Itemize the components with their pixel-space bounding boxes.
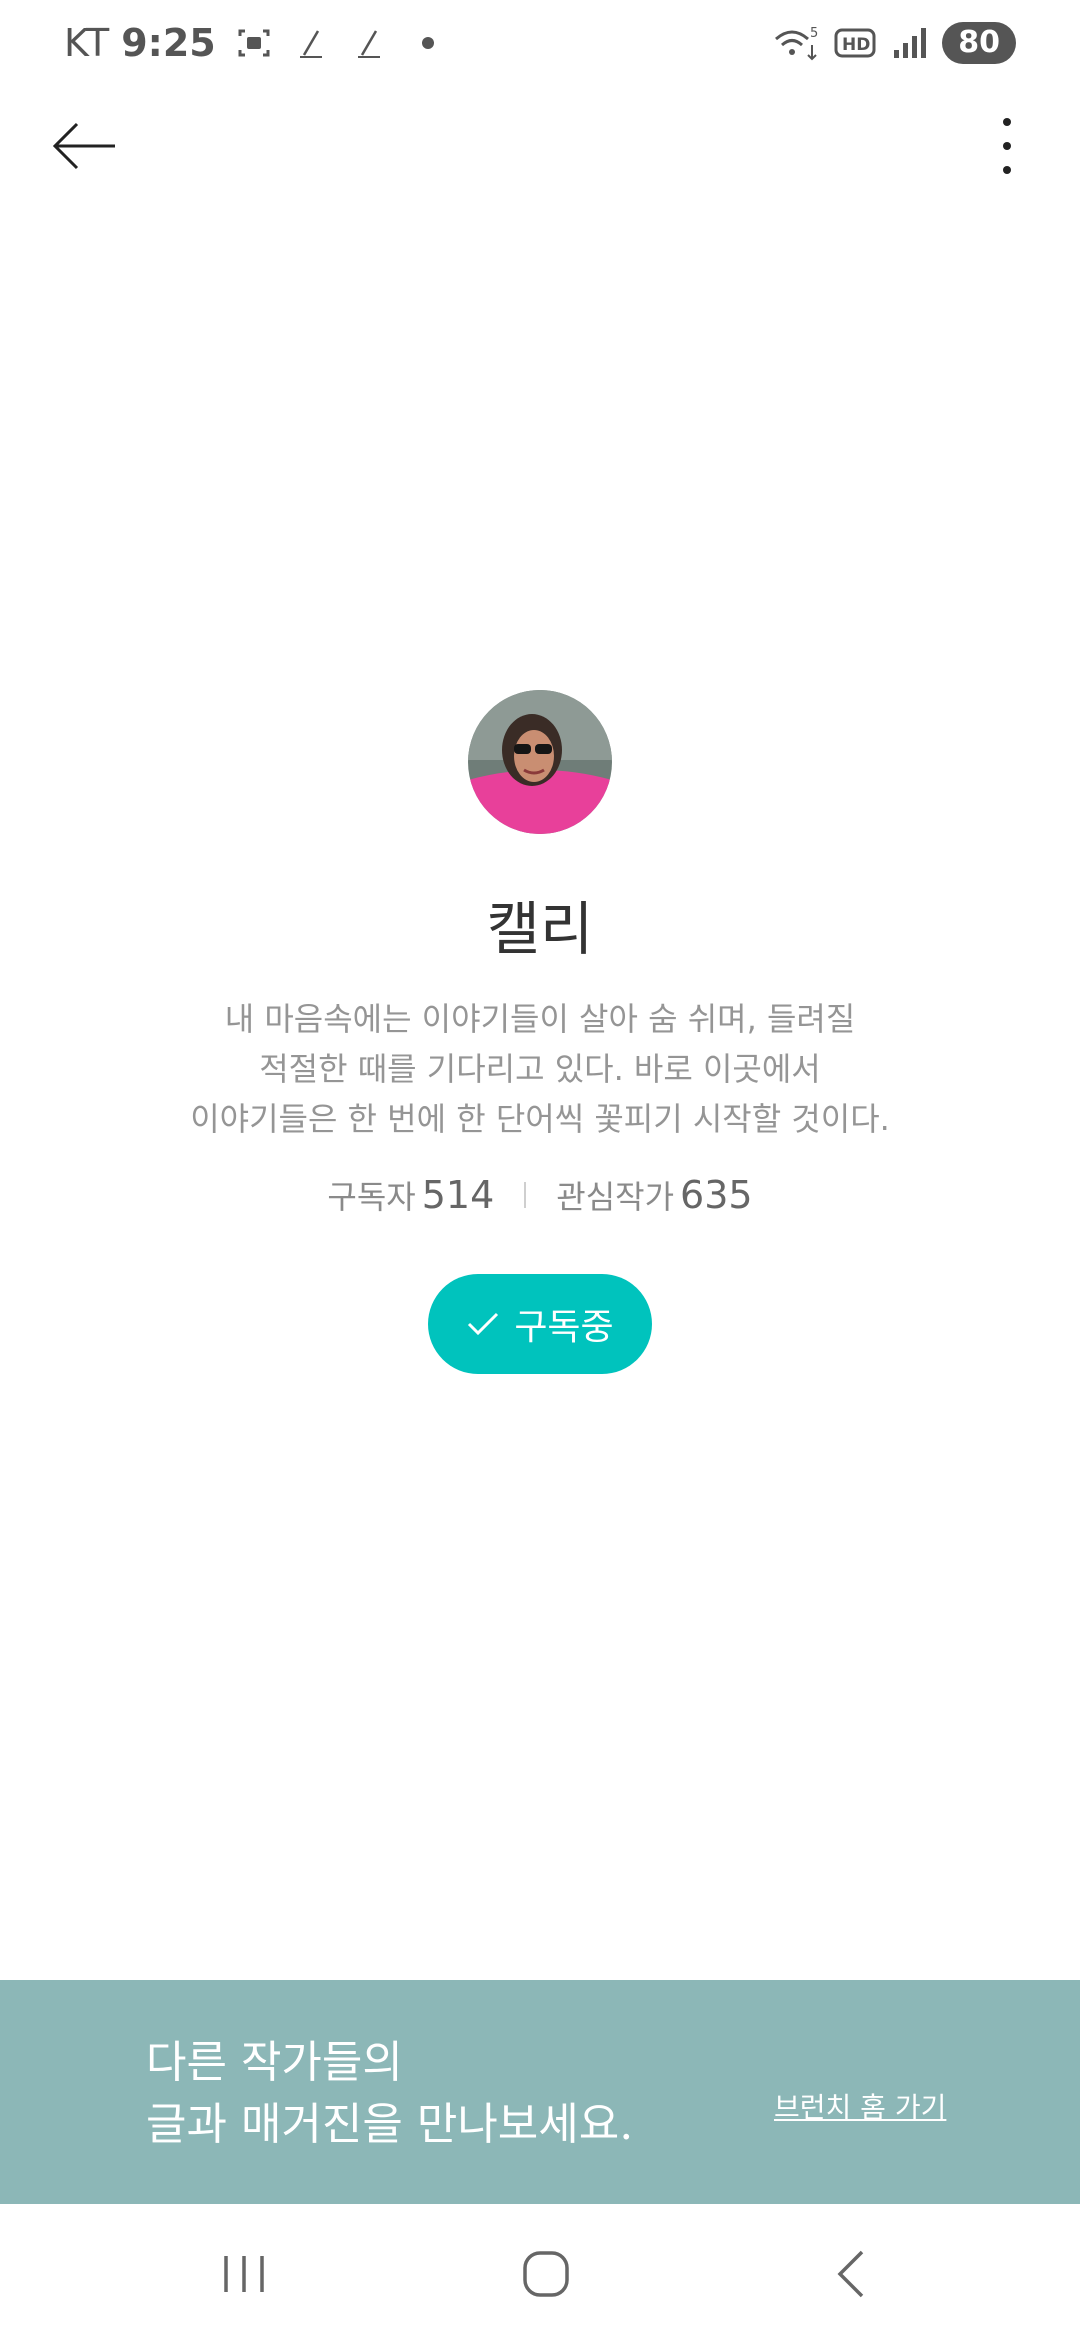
arrow-left-icon (52, 122, 115, 170)
signal-icon (890, 23, 930, 63)
subscribe-button-label: 구독중 (514, 1307, 614, 1348)
more-options-button[interactable] (972, 108, 1042, 184)
banner-line: 다른 작가들의 (146, 2037, 403, 2088)
banner-message: 다른 작가들의 글과 매거진을 만나보세요. (146, 2032, 633, 2156)
pen-icon (350, 23, 390, 63)
status-bar: KT 9:25 5 HD 80 (0, 0, 1080, 86)
home-button[interactable] (486, 2234, 606, 2314)
system-nav-bar (0, 2204, 1080, 2340)
following-label: 관심작가 (556, 1178, 675, 1216)
app-bar (0, 86, 1080, 206)
clock: 9:25 (121, 21, 216, 65)
hd-voice-icon: HD (834, 23, 878, 63)
subscribers-stat[interactable]: 구독자 514 (327, 1172, 494, 1218)
network-type-label: 5 (810, 26, 818, 41)
subscribe-button[interactable]: 구독중 (428, 1274, 652, 1374)
following-stat[interactable]: 관심작가 635 (556, 1172, 752, 1218)
battery-indicator: 80 (942, 22, 1016, 64)
subscribers-label: 구독자 (327, 1178, 416, 1216)
avatar[interactable] (468, 690, 612, 834)
subscribers-count: 514 (421, 1173, 495, 1217)
hd-label: HD (842, 35, 870, 55)
carrier-label: KT (64, 21, 110, 65)
chevron-left-icon (837, 2250, 864, 2298)
pen-icon (292, 23, 332, 63)
bio-line: 내 마음속에는 이야기들이 살아 숨 쉬며, 들려질 (224, 1000, 856, 1038)
bio-line: 적절한 때를 기다리고 있다. 바로 이곳에서 (259, 1050, 821, 1088)
wifi-icon: 5 (772, 23, 822, 63)
more-vertical-icon (1003, 118, 1011, 174)
following-count: 635 (680, 1173, 753, 1217)
stats-divider (524, 1182, 527, 1208)
home-icon (523, 2251, 569, 2297)
brunch-home-link[interactable]: 브런치 홈 가기 (774, 2086, 946, 2126)
author-bio: 내 마음속에는 이야기들이 살아 숨 쉬며, 들려질 적절한 때를 기다리고 있… (140, 994, 940, 1144)
system-back-button[interactable] (790, 2234, 910, 2314)
brunch-home-banner: 다른 작가들의 글과 매거진을 만나보세요. 브런치 홈 가기 (0, 1980, 1080, 2204)
author-name: 캘리 (486, 895, 594, 963)
screenshot-icon (234, 23, 274, 63)
checkmark-icon (468, 1312, 499, 1336)
banner-line: 글과 매거진을 만나보세요. (146, 2099, 634, 2150)
notification-dot-icon (408, 23, 448, 63)
recent-apps-icon (224, 2256, 264, 2292)
back-button[interactable] (40, 108, 130, 184)
author-stats: 구독자 514 관심작가 635 (0, 1172, 1080, 1218)
recent-apps-button[interactable] (184, 2234, 304, 2314)
bio-line: 이야기들은 한 번에 한 단어씩 꽃피기 시작할 것이다. (190, 1100, 890, 1138)
profile-section: 캘리 내 마음속에는 이야기들이 살아 숨 쉬며, 들려질 적절한 때를 기다리… (0, 690, 1080, 1374)
